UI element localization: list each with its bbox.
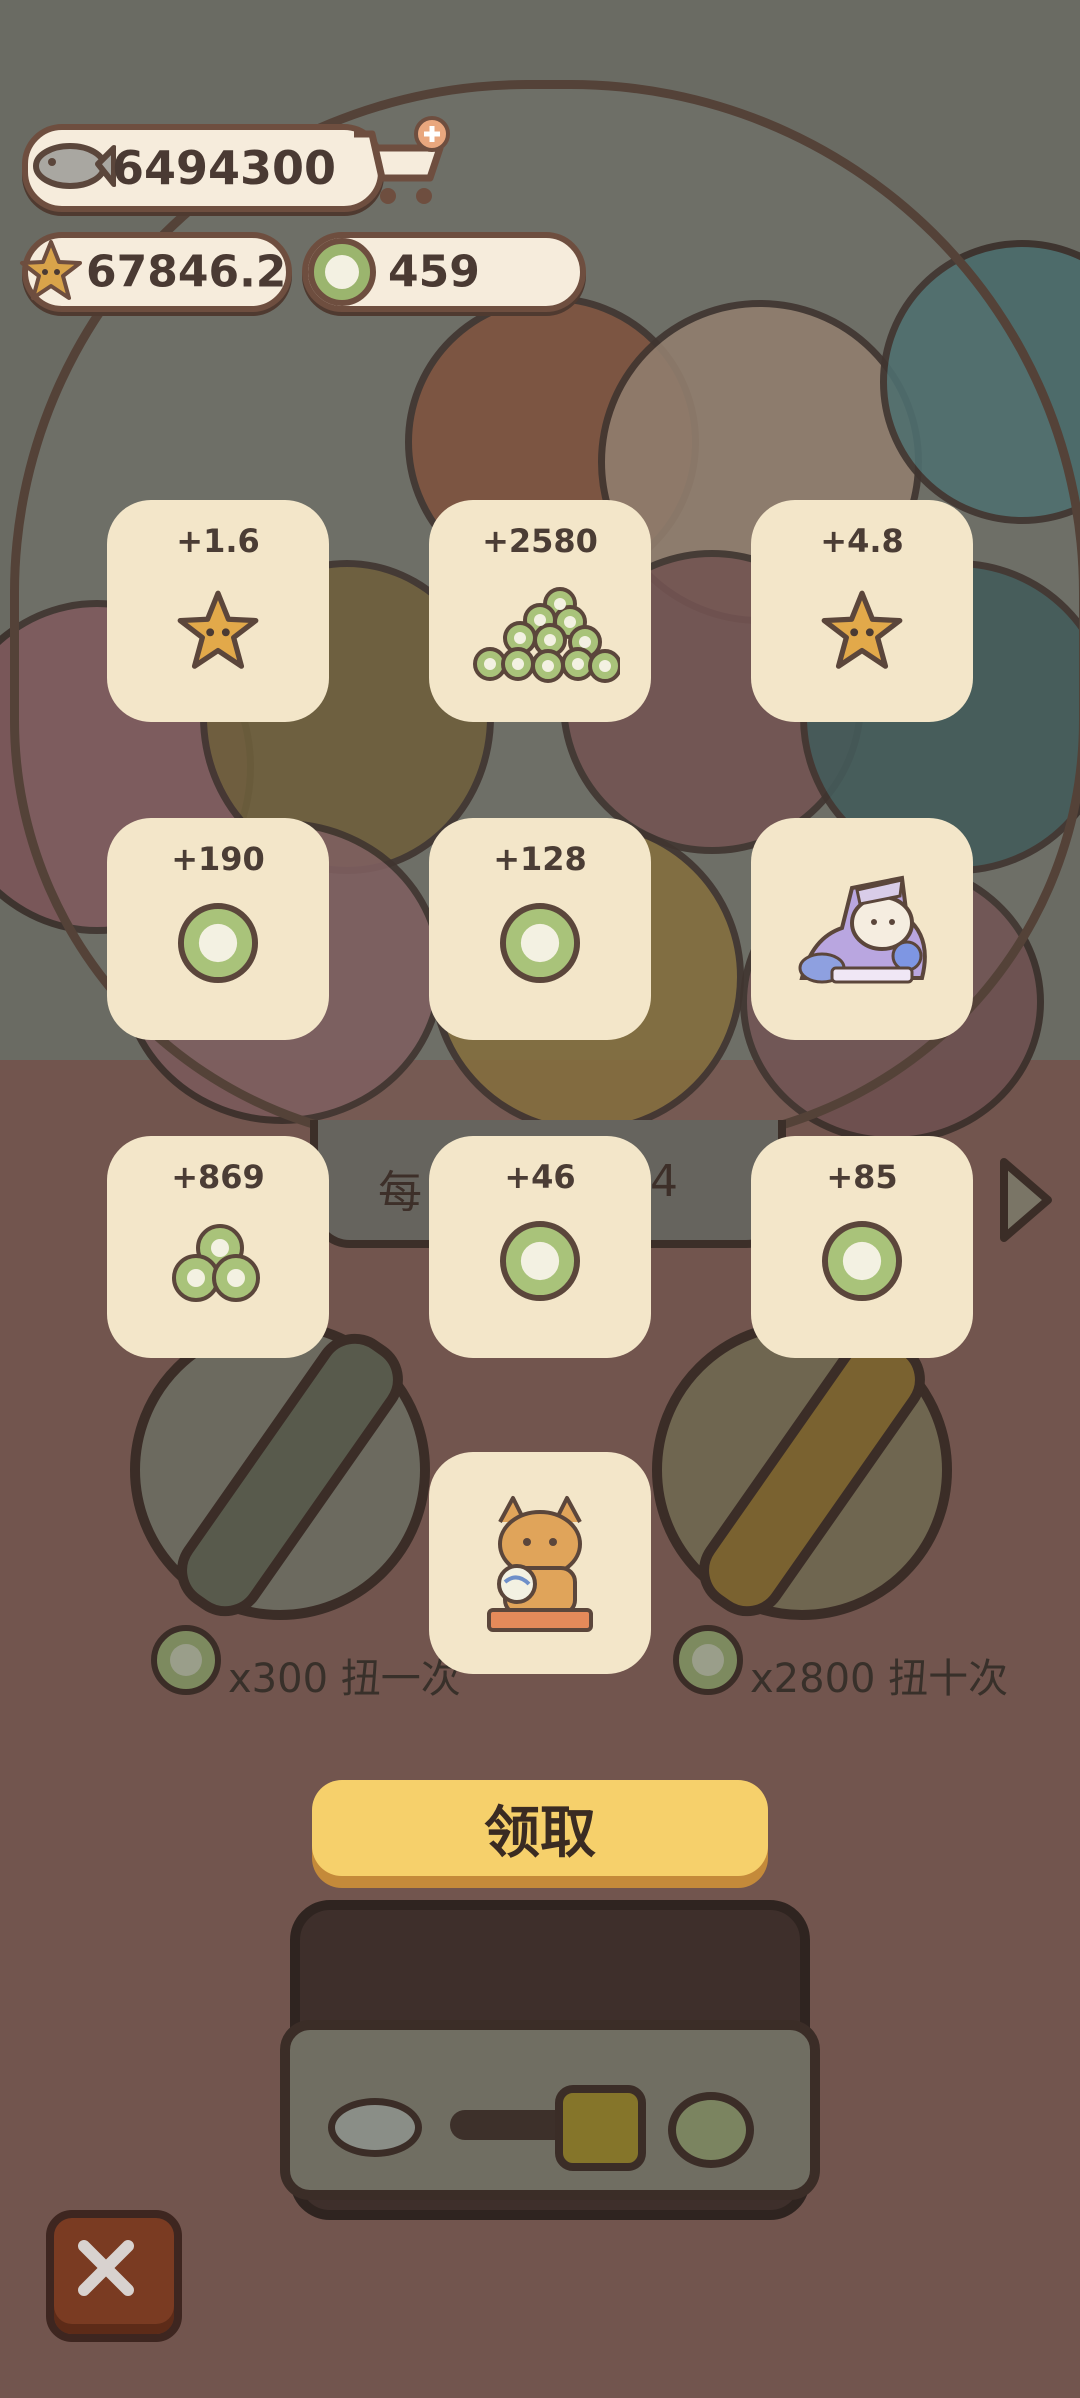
star-currency-display: 67846.2 bbox=[20, 232, 292, 312]
claim-button[interactable]: 领取 bbox=[312, 1780, 768, 1876]
coin-icon bbox=[177, 902, 259, 984]
reward-amount: +2580 bbox=[482, 522, 598, 560]
reward-amount: +128 bbox=[493, 840, 587, 878]
coin-icon bbox=[673, 1625, 743, 1695]
reward-amount: +85 bbox=[826, 1158, 898, 1196]
reward-amount: +190 bbox=[171, 840, 265, 878]
currency-slider-handle[interactable] bbox=[555, 2085, 646, 2171]
star-icon bbox=[20, 240, 82, 300]
machine-note-left: 每 bbox=[378, 1167, 422, 1218]
spin-once-cost: x300 扭一次 bbox=[228, 1656, 461, 1702]
coin-icon bbox=[499, 902, 581, 984]
fish-icon bbox=[33, 143, 116, 189]
reward-tile: +869 bbox=[107, 1136, 329, 1358]
reward-amount: +4.8 bbox=[820, 522, 904, 560]
close-button[interactable] bbox=[46, 2210, 182, 2342]
reward-tile bbox=[429, 1452, 651, 1674]
next-arrow-icon[interactable] bbox=[996, 1154, 1056, 1246]
fish-currency-display: 6494300 bbox=[22, 124, 384, 212]
coin-currency-display: 459 bbox=[302, 232, 586, 312]
coin-icon bbox=[821, 1220, 903, 1302]
reward-tile: +128 bbox=[429, 818, 651, 1040]
reward-tile: +4.8 bbox=[751, 500, 973, 722]
shop-cart-icon[interactable] bbox=[348, 116, 452, 212]
reward-amount: +869 bbox=[171, 1158, 265, 1196]
coin-amount: 459 bbox=[388, 246, 480, 298]
star-amount: 67846.2 bbox=[86, 246, 287, 298]
close-icon bbox=[78, 2240, 134, 2296]
spin-ten-cost: x2800 扭十次 bbox=[750, 1656, 1009, 1702]
spin-ten-knob[interactable] bbox=[652, 1318, 952, 1632]
star-icon bbox=[821, 590, 903, 669]
machine-note-right: 4 bbox=[650, 1156, 678, 1207]
coin-icon bbox=[308, 238, 376, 306]
coin-stack-icon bbox=[172, 1224, 260, 1302]
reward-tile bbox=[751, 818, 973, 1040]
star-icon bbox=[177, 590, 259, 669]
cat-character-lynx-icon bbox=[487, 1496, 593, 1632]
fish-amount: 6494300 bbox=[112, 141, 337, 195]
reward-tile: +2580 bbox=[429, 500, 651, 722]
coin-icon bbox=[151, 1625, 221, 1695]
fish-icon bbox=[328, 2098, 422, 2157]
reward-tile: +190 bbox=[107, 818, 329, 1040]
reward-amount: +46 bbox=[504, 1158, 576, 1196]
reward-tile: +1.6 bbox=[107, 500, 329, 722]
reward-amount: +1.6 bbox=[176, 522, 260, 560]
coin-icon bbox=[668, 2092, 754, 2168]
coin-pile-icon bbox=[473, 587, 620, 683]
reward-tile: +85 bbox=[751, 1136, 973, 1358]
cat-character-purple-icon bbox=[798, 875, 927, 984]
reward-tile: +46 bbox=[429, 1136, 651, 1358]
coin-icon bbox=[499, 1220, 581, 1302]
spin-once-knob[interactable] bbox=[130, 1318, 430, 1632]
